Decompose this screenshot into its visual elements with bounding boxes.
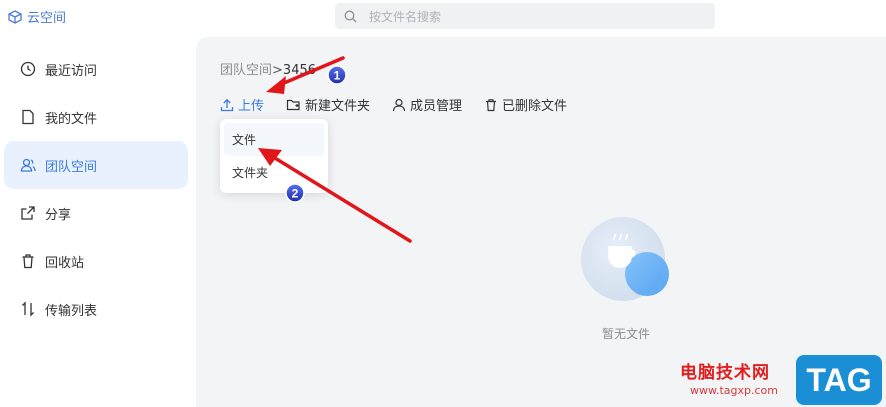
- clock-icon: [20, 61, 36, 77]
- sidebar-item-label: 分享: [45, 207, 72, 223]
- app-name: 云空间: [27, 11, 67, 26]
- deleted-files-label: 已删除文件: [502, 99, 568, 114]
- members-button[interactable]: 成员管理: [392, 95, 462, 114]
- team-icon: [20, 158, 36, 172]
- sidebar-item-label: 传输列表: [45, 303, 98, 319]
- search-placeholder: 按文件名搜索: [369, 9, 442, 24]
- empty-state-illustration: [581, 217, 669, 301]
- search-icon: [344, 10, 357, 22]
- search-input[interactable]: 按文件名搜索: [335, 3, 715, 29]
- upload-file-option[interactable]: 文件: [224, 123, 324, 156]
- sidebar-item-transfer-list[interactable]: 传输列表: [4, 285, 188, 333]
- sidebar-item-team-space[interactable]: 团队空间: [4, 141, 188, 189]
- user-icon: [392, 98, 406, 111]
- watermark-tag-logo: TAG: [796, 355, 882, 405]
- upload-label: 上传: [238, 99, 265, 114]
- sidebar-item-label: 我的文件: [45, 111, 98, 127]
- sidebar-item-my-files[interactable]: 我的文件: [4, 93, 188, 141]
- sidebar-item-label: 团队空间: [45, 159, 98, 175]
- sidebar-item-share[interactable]: 分享: [4, 189, 188, 237]
- new-folder-icon: [286, 99, 300, 110]
- sidebar-item-recycle-bin[interactable]: 回收站: [4, 237, 188, 285]
- share-icon: [21, 206, 35, 220]
- sidebar-item-label: 最近访问: [45, 63, 98, 79]
- breadcrumb-current: 3456: [282, 63, 317, 78]
- upload-button[interactable]: 上传: [220, 95, 264, 114]
- deleted-files-button[interactable]: 已删除文件: [484, 95, 567, 114]
- new-folder-button[interactable]: 新建文件夹: [286, 95, 370, 114]
- toolbar: 上传 新建文件夹 成员管理 已删除文件: [220, 95, 589, 114]
- sidebar: 最近访问 我的文件 团队空间 分享 回收站 传输列表: [0, 34, 196, 407]
- cube-icon: [8, 9, 22, 24]
- file-icon: [22, 109, 34, 125]
- trash-icon: [486, 98, 497, 111]
- empty-state-text: 暂无文件: [601, 327, 650, 341]
- top-bar: 云空间 按文件名搜索: [0, 0, 886, 34]
- transfer-icon: [22, 301, 34, 317]
- new-folder-label: 新建文件夹: [305, 99, 371, 114]
- sidebar-item-label: 回收站: [45, 255, 85, 271]
- app-logo: 云空间: [8, 7, 66, 26]
- breadcrumb: 团队空间>3456: [220, 59, 316, 78]
- main-panel: 团队空间>3456 上传 新建文件夹 成员管理 已删除文件 文件 文件夹 暂无文…: [196, 37, 886, 407]
- watermark-site-name: 电脑技术网: [680, 363, 770, 383]
- trash-icon: [22, 254, 34, 269]
- upload-dropdown-menu: 文件 文件夹: [220, 119, 328, 193]
- watermark-url: www.tagxp.com: [690, 384, 778, 397]
- members-label: 成员管理: [410, 99, 463, 114]
- breadcrumb-separator: >: [272, 63, 283, 78]
- sidebar-item-recent[interactable]: 最近访问: [4, 45, 188, 93]
- upload-folder-option[interactable]: 文件夹: [224, 156, 324, 189]
- breadcrumb-root[interactable]: 团队空间: [220, 63, 272, 78]
- upload-icon: [220, 98, 234, 111]
